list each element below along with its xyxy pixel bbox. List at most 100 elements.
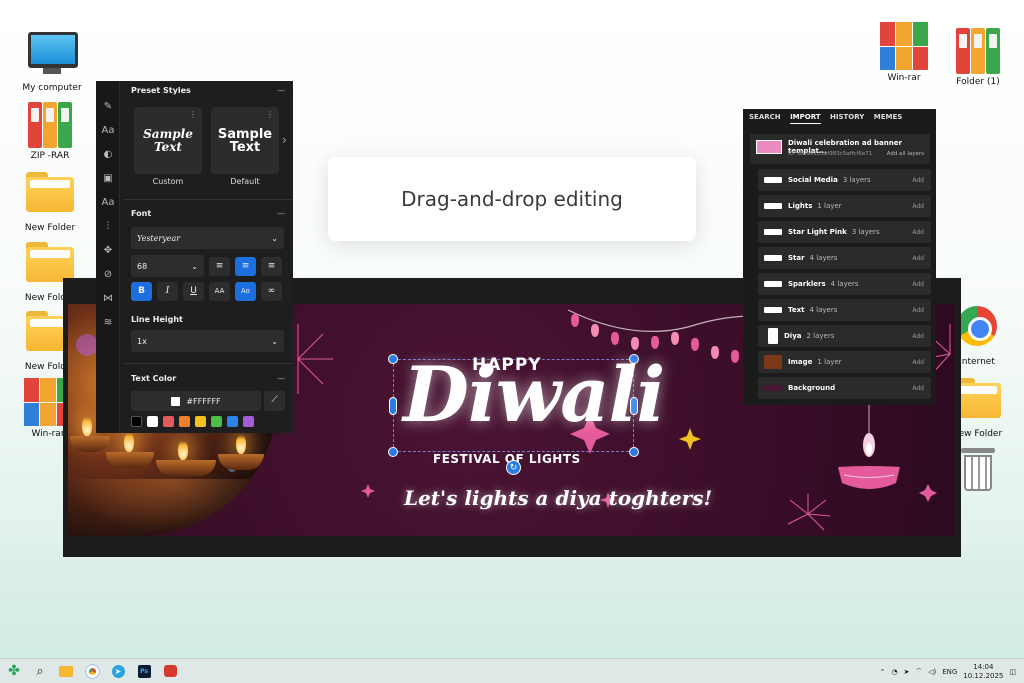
chevron-down-icon: ⌄ [191, 261, 198, 271]
add-layer-button[interactable]: Add [912, 281, 924, 288]
swatch-blue[interactable] [227, 416, 238, 427]
resize-handle-left[interactable] [389, 397, 397, 415]
volume-icon[interactable]: ◁) [928, 668, 936, 676]
layer-row[interactable]: Sparklers 4 layers Add [758, 273, 931, 295]
notification-icon[interactable]: ◫ [1009, 668, 1016, 676]
tab-memes[interactable]: MEMES [874, 113, 903, 123]
collapse-icon[interactable]: — [277, 86, 285, 95]
desktop-icon-zip-rar[interactable]: ZIP -RAR [18, 100, 82, 161]
banner-tagline[interactable]: Let's lights a diya toghters! [404, 486, 712, 510]
layers-icon[interactable]: ≋ [96, 311, 120, 335]
align-right-button[interactable]: ≡ [261, 257, 282, 276]
banner-title[interactable]: Diwali [403, 350, 665, 439]
font-size-select[interactable]: 68 ⌄ [131, 255, 204, 277]
layer-row[interactable]: Social Media 3 layers Add [758, 169, 931, 191]
sliders-icon[interactable]: ⫶ [96, 215, 120, 239]
font-icon[interactable]: Aa [96, 119, 120, 143]
layer-row[interactable]: Lights 1 layer Add [758, 195, 931, 217]
underline-button[interactable]: U [183, 282, 204, 301]
taskbar-file-explorer[interactable] [54, 659, 78, 683]
link-icon[interactable]: ∞ [261, 282, 282, 301]
telegram-tray-icon[interactable]: ➤ [904, 668, 910, 676]
swatch-orange[interactable] [179, 416, 190, 427]
align-left-button[interactable]: ≡ [209, 257, 230, 276]
search-button[interactable]: ⌕ [28, 659, 52, 683]
desktop-icon-my-computer[interactable]: My computer [20, 28, 84, 93]
titlecase-button[interactable]: Ao [235, 282, 256, 301]
add-layer-button[interactable]: Add [912, 203, 924, 210]
clock[interactable]: 14:04 10.12.2025 [963, 663, 1003, 681]
add-layer-button[interactable]: Add [912, 177, 924, 184]
rotate-handle-icon[interactable]: ↻ [506, 460, 521, 475]
desktop-icon-new-folder-1[interactable]: New Folder [18, 166, 82, 233]
language-indicator[interactable]: ENG [942, 668, 957, 676]
text-color-header[interactable]: Text Color — [124, 374, 289, 383]
layer-row[interactable]: Star Light Pink 3 layers Add [758, 221, 931, 243]
palette-icon[interactable]: ◐ [96, 143, 120, 167]
add-all-layers-button[interactable]: Add all layers [887, 151, 924, 157]
add-layer-button[interactable]: Add [912, 333, 924, 340]
template-card[interactable]: Diwali celebration ad banner templat... … [750, 134, 930, 164]
add-layer-button[interactable]: Add [912, 307, 924, 314]
line-height-value: 1x [137, 336, 147, 346]
swatch-black[interactable] [131, 416, 142, 427]
layer-row[interactable]: Background Add [758, 377, 931, 399]
preset-styles-header[interactable]: Preset Styles — [124, 86, 289, 95]
layer-row[interactable]: Star 4 layers Add [758, 247, 931, 269]
collapse-icon[interactable]: — [277, 209, 285, 218]
swatch-purple[interactable] [243, 416, 254, 427]
layer-name: Image [788, 358, 813, 366]
more-icon[interactable]: ⋮ [266, 110, 274, 119]
add-layer-button[interactable]: Add [912, 229, 924, 236]
add-layer-button[interactable]: Add [912, 385, 924, 392]
more-icon[interactable]: ⋮ [189, 110, 197, 119]
color-hex-field[interactable]: #FFFFFF [131, 391, 261, 411]
chevron-right-icon[interactable]: › [282, 133, 287, 147]
sparkler-left [297, 324, 333, 394]
layer-row[interactable]: Diya 2 layers Add [758, 325, 931, 347]
resize-handle-bl[interactable] [388, 447, 398, 457]
text-style-icon[interactable]: Aa [96, 191, 120, 215]
wifi-icon[interactable]: ⌔ [915, 667, 922, 676]
chevron-up-icon[interactable]: ⌃ [880, 668, 886, 676]
eyedropper-icon[interactable]: ⟋ [264, 391, 285, 411]
tab-search[interactable]: SEARCH [749, 113, 781, 123]
swatch-yellow[interactable] [195, 416, 206, 427]
edit-icon[interactable]: ✎ [96, 95, 120, 119]
taskbar-chrome[interactable] [80, 659, 104, 683]
resize-handle-br[interactable] [629, 447, 639, 457]
preset-default[interactable]: Sample Text ⋮ [211, 107, 279, 174]
collapse-icon[interactable]: — [277, 374, 285, 383]
layer-row[interactable]: Text 4 layers Add [758, 299, 931, 321]
layer-count: 1 layer [817, 202, 842, 210]
link-icon[interactable]: ⊘ [96, 263, 120, 287]
taskbar-photoshop[interactable]: Ps [132, 659, 156, 683]
desktop-icon-folder-1[interactable]: Folder (1) [946, 26, 1010, 87]
font-family-select[interactable]: Yesteryear ⌄ [131, 227, 284, 249]
add-layer-button[interactable]: Add [912, 359, 924, 366]
swatch-white[interactable] [147, 416, 158, 427]
line-height-select[interactable]: 1x ⌄ [131, 330, 284, 352]
layer-row[interactable]: Image 1 layer Add [758, 351, 931, 373]
swatch-red[interactable] [163, 416, 174, 427]
tab-import[interactable]: IMPORT [790, 113, 821, 124]
flip-icon[interactable]: ⋈ [96, 287, 120, 311]
desktop-icon-winrar-right[interactable]: Win-rar [872, 22, 936, 83]
network-icon[interactable]: ◔ [891, 668, 897, 676]
tab-history[interactable]: HISTORY [830, 113, 864, 123]
text-box-icon[interactable]: ▣ [96, 167, 120, 191]
move-icon[interactable]: ✥ [96, 239, 120, 263]
import-panel: SEARCH IMPORT HISTORY MEMES Diwali celeb… [743, 109, 936, 405]
preset-custom[interactable]: Sample Text ⋮ [134, 107, 202, 174]
resize-handle-tl[interactable] [388, 354, 398, 364]
bold-button[interactable]: B [131, 282, 152, 301]
taskbar-telegram[interactable]: ➤ [106, 659, 130, 683]
font-header[interactable]: Font — [124, 209, 289, 218]
start-button[interactable]: ✤ [2, 659, 26, 683]
align-center-button[interactable]: ≡ [235, 257, 256, 276]
uppercase-button[interactable]: AA [209, 282, 230, 301]
taskbar-app[interactable] [158, 659, 182, 683]
swatch-green[interactable] [211, 416, 222, 427]
add-layer-button[interactable]: Add [912, 255, 924, 262]
italic-button[interactable]: I [157, 282, 178, 301]
